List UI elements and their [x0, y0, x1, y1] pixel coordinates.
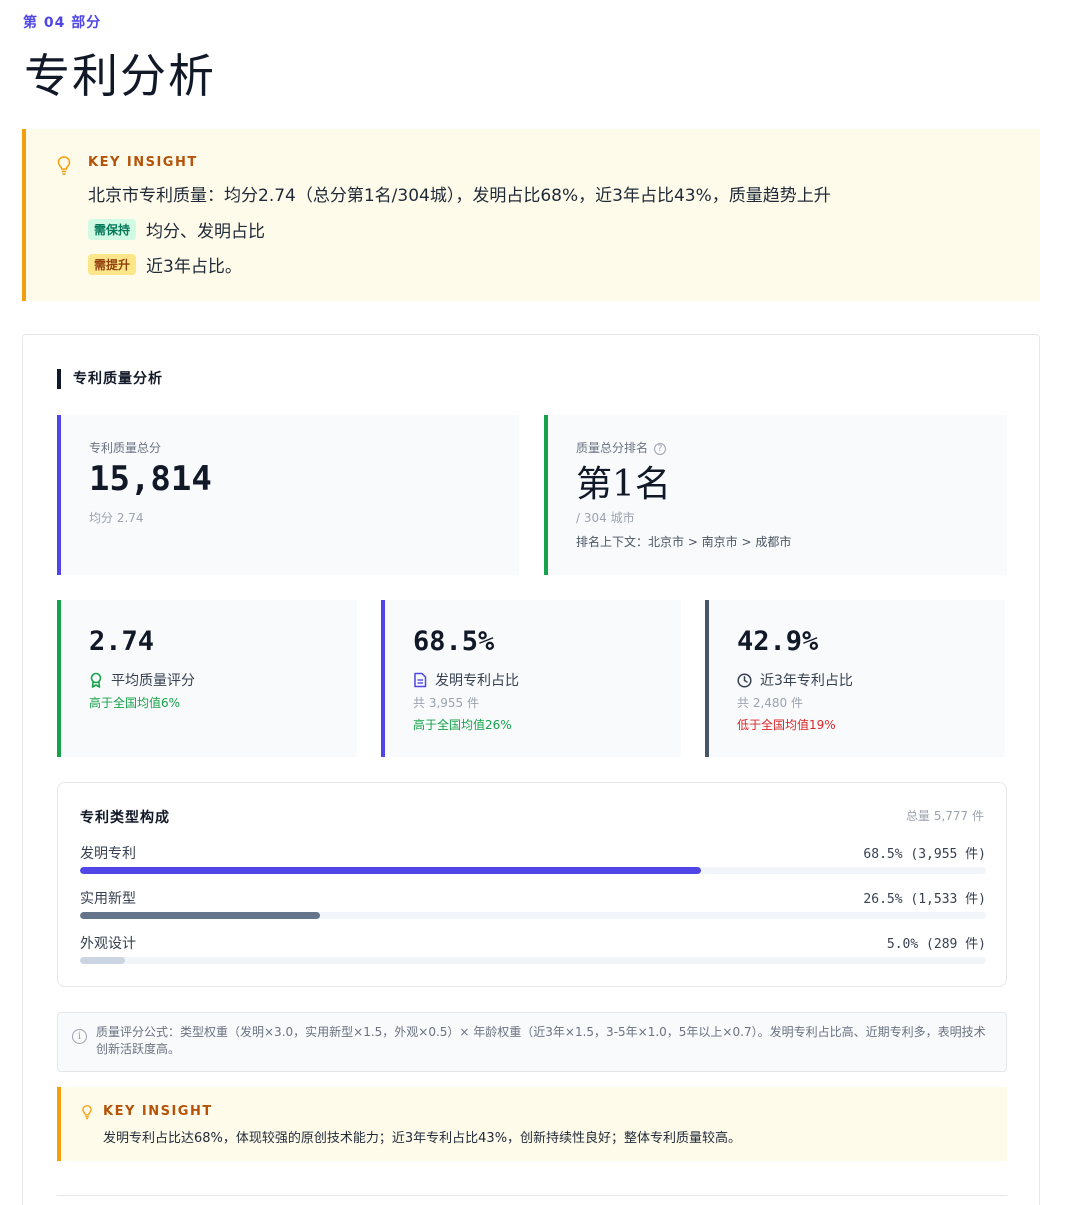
metric-comparison: 高于全国均值6% [89, 696, 181, 710]
insight-text: 北京市专利质量：均分2.74（总分第1名/304城），发明占比68%，近3年占比… [88, 186, 831, 206]
bar-track [80, 912, 986, 919]
formula-note: i 质量评分公式：类型权重（发明×3.0，实用新型×1.5，外观×0.5）× 年… [57, 1012, 1007, 1072]
bar-fill [80, 912, 321, 919]
rank-label-row: 质量总分排名? [576, 439, 667, 456]
metric-card: 42.9% 近3年专利占比 共 2,480 件 低于全国均值19% [705, 600, 1005, 757]
type-name: 发明专利 [80, 846, 136, 862]
key-insight-box: KEY INSIGHT 发明专利占比达68%，体现较强的原创技术能力；近3年专利… [57, 1087, 1007, 1161]
lightbulb-icon [82, 1105, 92, 1120]
metric-comparison: 高于全国均值26% [413, 718, 512, 732]
type-name: 实用新型 [80, 891, 136, 907]
type-stat: 26.5% (1,533 件) [863, 892, 986, 907]
metric-value: 42.9% [737, 626, 819, 657]
metric-count: 共 3,955 件 [413, 696, 479, 710]
keep-text: 均分、发明占比 [146, 222, 266, 242]
metric-label: 发明专利占比 [413, 670, 519, 690]
rank-total: / 304 城市 [576, 511, 635, 525]
type-name: 外观设计 [80, 936, 136, 952]
metric-label-text: 近3年专利占比 [760, 673, 853, 689]
total-score-label: 专利质量总分 [89, 441, 162, 455]
rank-stat: 质量总分排名? 第1名 / 304 城市 排名上下文：北京市 > 南京市 > 成… [544, 415, 1007, 575]
patent-quality-card: 专利质量分析 专利质量总分 15,814 均分 2.74 质量总分排名? 第1名… [22, 334, 1040, 1205]
type-stat: 68.5% (3,955 件) [863, 847, 986, 862]
card-heading: 专利质量分析 [57, 369, 163, 389]
lightbulb-icon [57, 156, 71, 175]
insight-tag-row: 需保持 均分、发明占比 [88, 217, 265, 242]
bar-track [80, 957, 986, 964]
page-title: 专利分析 [24, 49, 216, 103]
bar-track [80, 867, 986, 874]
insight-tag-row: 需提升 近3年占比。 [88, 252, 242, 277]
insight-label: KEY INSIGHT [88, 155, 198, 170]
rank-value: 第1名 [576, 464, 671, 505]
metric-value: 68.5% [413, 626, 495, 657]
metric-label: 平均质量评分 [89, 670, 195, 690]
total-score-stat: 专利质量总分 15,814 均分 2.74 [57, 415, 519, 575]
average-score-sub: 均分 2.74 [89, 511, 144, 525]
bar-fill [80, 867, 701, 874]
improve-badge: 需提升 [88, 254, 137, 275]
rank-label: 质量总分排名 [576, 441, 649, 455]
insight-text: 发明专利占比达68%，体现较强的原创技术能力；近3年专利占比43%，创新持续性良… [103, 1131, 742, 1146]
metric-comparison: 低于全国均值19% [737, 718, 836, 732]
rank-context: 排名上下文：北京市 > 南京市 > 成都市 [576, 535, 792, 549]
bar-fill [80, 957, 126, 964]
divider [57, 1195, 1007, 1196]
key-insight-banner: KEY INSIGHT 北京市专利质量：均分2.74（总分第1名/304城），发… [22, 129, 1040, 301]
metric-card: 2.74 平均质量评分 高于全国均值6% [57, 600, 357, 757]
metric-count: 共 2,480 件 [737, 696, 803, 710]
patent-type-composition: 专利类型构成 总量 5,777 件 发明专利 68.5% (3,955 件) 实… [57, 782, 1007, 987]
document-icon [414, 672, 427, 688]
metric-label-text: 发明专利占比 [435, 673, 519, 689]
improve-text: 近3年占比。 [146, 257, 242, 277]
section-label: 第 04 部分 [23, 15, 102, 31]
metric-card: 68.5% 发明专利占比 共 3,955 件 高于全国均值26% [381, 600, 681, 757]
keep-badge: 需保持 [88, 219, 137, 240]
metric-label: 近3年专利占比 [737, 670, 853, 690]
total-score-value: 15,814 [89, 459, 212, 499]
insight-label: KEY INSIGHT [103, 1104, 213, 1119]
metric-label-text: 平均质量评分 [111, 673, 195, 689]
composition-total: 总量 5,777 件 [906, 809, 984, 823]
clock-icon [737, 672, 752, 688]
composition-title: 专利类型构成 [80, 810, 170, 826]
type-stat: 5.0% (289 件) [886, 937, 986, 952]
info-icon: i [72, 1029, 87, 1044]
help-icon[interactable]: ? [654, 442, 667, 455]
formula-text: 质量评分公式：类型权重（发明×3.0，实用新型×1.5，外观×0.5）× 年龄权… [96, 1025, 986, 1056]
metric-value: 2.74 [89, 626, 155, 657]
award-icon [90, 672, 102, 688]
